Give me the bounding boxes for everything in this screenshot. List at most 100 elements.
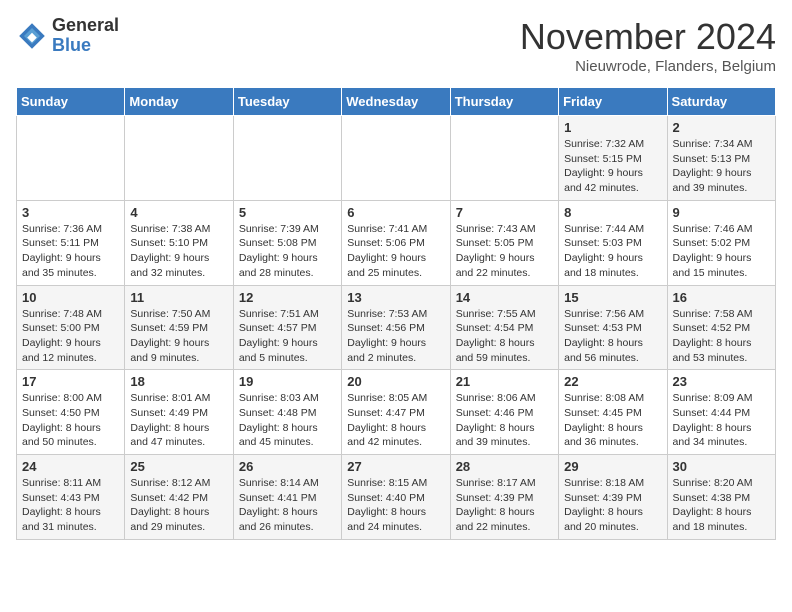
logo-general: General — [52, 16, 119, 36]
day-number: 14 — [456, 290, 553, 305]
location: Nieuwrode, Flanders, Belgium — [520, 58, 776, 75]
day-info: Sunrise: 7:32 AMSunset: 5:15 PMDaylight:… — [564, 137, 661, 196]
month-title: November 2024 — [520, 16, 776, 58]
calendar-cell: 12 Sunrise: 7:51 AMSunset: 4:57 PMDayligh… — [233, 285, 341, 370]
day-number: 20 — [347, 374, 444, 389]
day-number: 18 — [130, 374, 227, 389]
calendar-week-3: 10Sunrise: 7:48 AMSunset: 5:00 PMDayligh… — [17, 285, 776, 370]
day-number: 3 — [22, 205, 119, 220]
day-info: Sunrise: 8:14 AMSunset: 4:41 PMDaylight:… — [239, 476, 336, 535]
day-info: Sunrise: 7:51 AMSunset: 4:57 PMDaylight:… — [239, 307, 336, 366]
calendar-cell: 29 Sunrise: 8:18 AMSunset: 4:39 PMDayligh… — [559, 455, 667, 540]
calendar-cell: 27Sunrise: 8:15 AMSunset: 4:40 PMDayligh… — [342, 455, 450, 540]
day-info: Sunrise: 7:41 AMSunset: 5:06 PMDaylight:… — [347, 222, 444, 281]
day-number: 30 — [673, 459, 770, 474]
day-info: Sunrise: 7:39 AMSunset: 5:08 PMDaylight:… — [239, 222, 336, 281]
day-info: Sunrise: 8:12 AMSunset: 4:42 PMDaylight:… — [130, 476, 227, 535]
day-info: Sunrise: 8:11 AMSunset: 4:43 PMDaylight:… — [22, 476, 119, 535]
day-number: 28 — [456, 459, 553, 474]
day-number: 16 — [673, 290, 770, 305]
day-info: Sunrise: 7:36 AMSunset: 5:11 PMDaylight:… — [22, 222, 119, 281]
calendar-cell: 7 Sunrise: 7:43 AMSunset: 5:05 PMDaylight… — [450, 200, 558, 285]
calendar-cell — [342, 116, 450, 201]
day-info: Sunrise: 8:03 AMSunset: 4:48 PMDaylight:… — [239, 391, 336, 450]
calendar-cell: 24 Sunrise: 8:11 AMSunset: 4:43 PMDayligh… — [17, 455, 125, 540]
calendar-cell: 3 Sunrise: 7:36 AMSunset: 5:11 PMDaylight… — [17, 200, 125, 285]
day-info: Sunrise: 8:09 AMSunset: 4:44 PMDaylight:… — [673, 391, 770, 450]
day-number: 5 — [239, 205, 336, 220]
weekday-header-wednesday: Wednesday — [342, 88, 450, 116]
calendar-cell — [125, 116, 233, 201]
calendar-cell — [233, 116, 341, 201]
day-number: 1 — [564, 120, 661, 135]
calendar-week-1: 1 Sunrise: 7:32 AMSunset: 5:15 PMDaylight… — [17, 116, 776, 201]
weekday-header-tuesday: Tuesday — [233, 88, 341, 116]
day-number: 21 — [456, 374, 553, 389]
day-number: 12 — [239, 290, 336, 305]
calendar-cell: 23Sunrise: 8:09 AMSunset: 4:44 PMDayligh… — [667, 370, 775, 455]
calendar-cell: 10Sunrise: 7:48 AMSunset: 5:00 PMDayligh… — [17, 285, 125, 370]
day-number: 26 — [239, 459, 336, 474]
calendar-week-5: 24 Sunrise: 8:11 AMSunset: 4:43 PMDayligh… — [17, 455, 776, 540]
day-number: 24 — [22, 459, 119, 474]
logo: General Blue — [16, 16, 119, 56]
calendar-cell: 15 Sunrise: 7:56 AMSunset: 4:53 PMDayligh… — [559, 285, 667, 370]
calendar-cell: 11Sunrise: 7:50 AMSunset: 4:59 PMDayligh… — [125, 285, 233, 370]
day-number: 2 — [673, 120, 770, 135]
day-number: 22 — [564, 374, 661, 389]
day-info: Sunrise: 7:46 AMSunset: 5:02 PMDaylight:… — [673, 222, 770, 281]
day-info: Sunrise: 8:08 AMSunset: 4:45 PMDaylight:… — [564, 391, 661, 450]
day-info: Sunrise: 8:18 AMSunset: 4:39 PMDaylight:… — [564, 476, 661, 535]
day-info: Sunrise: 7:58 AMSunset: 4:52 PMDaylight:… — [673, 307, 770, 366]
calendar-cell: 2 Sunrise: 7:34 AMSunset: 5:13 PMDaylight… — [667, 116, 775, 201]
weekday-header-saturday: Saturday — [667, 88, 775, 116]
logo-icon — [16, 20, 48, 52]
day-info: Sunrise: 7:34 AMSunset: 5:13 PMDaylight:… — [673, 137, 770, 196]
calendar-cell: 28 Sunrise: 8:17 AMSunset: 4:39 PMDayligh… — [450, 455, 558, 540]
logo-text: General Blue — [52, 16, 119, 56]
calendar-cell: 6 Sunrise: 7:41 AMSunset: 5:06 PMDaylight… — [342, 200, 450, 285]
calendar-table: SundayMondayTuesdayWednesdayThursdayFrid… — [16, 87, 776, 540]
day-info: Sunrise: 7:55 AMSunset: 4:54 PMDaylight:… — [456, 307, 553, 366]
calendar-cell: 13 Sunrise: 7:53 AMSunset: 4:56 PMDayligh… — [342, 285, 450, 370]
calendar-cell — [450, 116, 558, 201]
day-number: 29 — [564, 459, 661, 474]
day-info: Sunrise: 7:50 AMSunset: 4:59 PMDaylight:… — [130, 307, 227, 366]
day-info: Sunrise: 8:17 AMSunset: 4:39 PMDaylight:… — [456, 476, 553, 535]
day-number: 25 — [130, 459, 227, 474]
calendar-cell: 5 Sunrise: 7:39 AMSunset: 5:08 PMDaylight… — [233, 200, 341, 285]
day-number: 6 — [347, 205, 444, 220]
day-number: 4 — [130, 205, 227, 220]
calendar-header: SundayMondayTuesdayWednesdayThursdayFrid… — [17, 88, 776, 116]
day-number: 7 — [456, 205, 553, 220]
calendar-cell: 18 Sunrise: 8:01 AMSunset: 4:49 PMDayligh… — [125, 370, 233, 455]
day-info: Sunrise: 7:43 AMSunset: 5:05 PMDaylight:… — [456, 222, 553, 281]
calendar-cell: 4Sunrise: 7:38 AMSunset: 5:10 PMDaylight… — [125, 200, 233, 285]
day-number: 15 — [564, 290, 661, 305]
day-info: Sunrise: 8:20 AMSunset: 4:38 PMDaylight:… — [673, 476, 770, 535]
day-number: 17 — [22, 374, 119, 389]
calendar-week-2: 3 Sunrise: 7:36 AMSunset: 5:11 PMDaylight… — [17, 200, 776, 285]
logo-blue: Blue — [52, 36, 119, 56]
weekday-row: SundayMondayTuesdayWednesdayThursdayFrid… — [17, 88, 776, 116]
calendar-cell: 17Sunrise: 8:00 AMSunset: 4:50 PMDayligh… — [17, 370, 125, 455]
title-block: November 2024 Nieuwrode, Flanders, Belgi… — [520, 16, 776, 75]
calendar-cell: 8Sunrise: 7:44 AMSunset: 5:03 PMDaylight… — [559, 200, 667, 285]
calendar-cell: 25 Sunrise: 8:12 AMSunset: 4:42 PMDayligh… — [125, 455, 233, 540]
day-info: Sunrise: 8:05 AMSunset: 4:47 PMDaylight:… — [347, 391, 444, 450]
day-number: 13 — [347, 290, 444, 305]
day-info: Sunrise: 8:15 AMSunset: 4:40 PMDaylight:… — [347, 476, 444, 535]
day-info: Sunrise: 7:53 AMSunset: 4:56 PMDaylight:… — [347, 307, 444, 366]
day-info: Sunrise: 7:56 AMSunset: 4:53 PMDaylight:… — [564, 307, 661, 366]
calendar-cell: 1 Sunrise: 7:32 AMSunset: 5:15 PMDaylight… — [559, 116, 667, 201]
weekday-header-thursday: Thursday — [450, 88, 558, 116]
day-number: 19 — [239, 374, 336, 389]
calendar-cell: 9 Sunrise: 7:46 AMSunset: 5:02 PMDaylight… — [667, 200, 775, 285]
page-header: General Blue November 2024 Nieuwrode, Fl… — [16, 16, 776, 75]
calendar-cell: 22 Sunrise: 8:08 AMSunset: 4:45 PMDayligh… — [559, 370, 667, 455]
calendar-week-4: 17Sunrise: 8:00 AMSunset: 4:50 PMDayligh… — [17, 370, 776, 455]
day-number: 9 — [673, 205, 770, 220]
calendar-cell: 21Sunrise: 8:06 AMSunset: 4:46 PMDayligh… — [450, 370, 558, 455]
day-info: Sunrise: 8:01 AMSunset: 4:49 PMDaylight:… — [130, 391, 227, 450]
day-info: Sunrise: 7:44 AMSunset: 5:03 PMDaylight:… — [564, 222, 661, 281]
